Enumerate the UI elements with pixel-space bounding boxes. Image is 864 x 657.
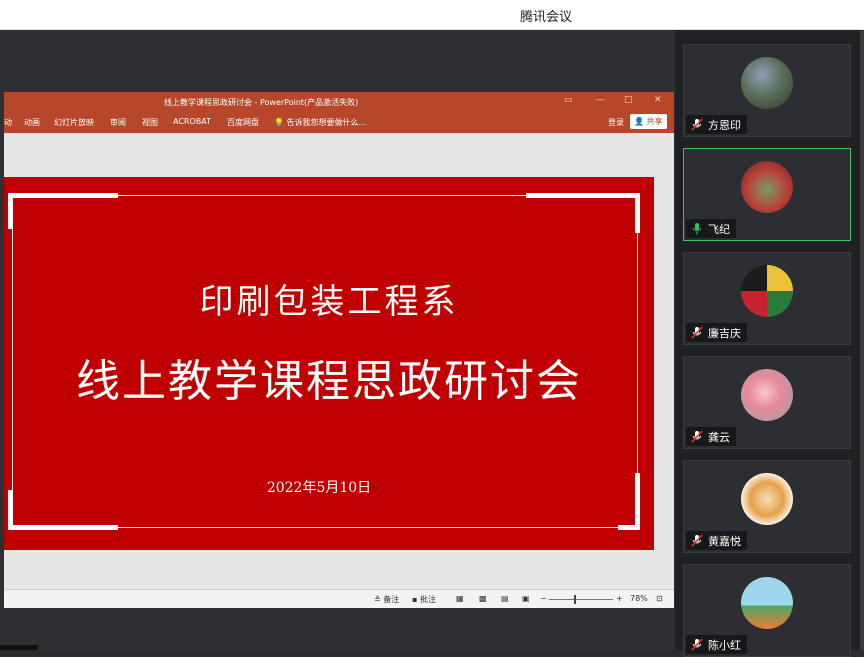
avatar [741, 369, 793, 421]
shared-screen: 线上教学课程思政研讨会 - PowerPoint(产品激活失败) ▭ — □ ✕… [0, 30, 675, 650]
participant-tile-active-speaker[interactable]: 飞纪 [683, 148, 851, 241]
participants-scrollbar[interactable] [860, 30, 864, 650]
corner-br-v [635, 473, 640, 530]
corner-bl-h [8, 525, 118, 530]
participant-name-tag: 黄嘉悦 [686, 531, 747, 550]
participant-tile[interactable]: 方恩印 [683, 44, 851, 137]
participant-name: 黄嘉悦 [708, 535, 741, 548]
tab-slideshow[interactable]: 幻灯片放映 [54, 117, 94, 128]
notes-button[interactable]: ≙ 备注 [374, 594, 399, 605]
participant-tile[interactable]: 陈小红 [683, 564, 851, 657]
zoom-out-icon[interactable]: − [540, 594, 547, 603]
share-button[interactable]: 👤 共享 [630, 114, 667, 129]
mic-muted-icon [691, 534, 703, 547]
participant-tile[interactable]: 龚云 [683, 356, 851, 449]
tab-animation[interactable]: 动画 [24, 117, 40, 128]
avatar [741, 473, 793, 525]
slide-date: 2022年5月10日 [266, 480, 372, 496]
participants-panel: 方恩印 飞纪 廉吉庆 龚云 黄嘉悦 陈小红 [675, 30, 864, 657]
slide-editor-area: 印刷包装工程系 线上教学课程思政研讨会 2022年5月10日 [4, 133, 674, 589]
mic-muted-icon [691, 430, 703, 443]
tab-baidu[interactable]: 百度网盘 [227, 117, 259, 128]
person-icon: 👤 [634, 117, 644, 126]
corner-tl-h [8, 193, 118, 198]
maximize-icon[interactable]: □ [624, 95, 633, 105]
bottom-toolbar-edge [0, 645, 38, 650]
tell-me-search[interactable]: 💡 告诉我您想要做什么... [274, 117, 366, 128]
zoom-slider-knob[interactable] [574, 595, 576, 604]
corner-tr-h [526, 193, 640, 198]
fit-window-icon[interactable]: ⊡ [656, 594, 663, 603]
lightbulb-icon: 💡 [274, 118, 284, 127]
ppt-status-bar: ≙ 备注 ▪ 批注 ▦ ▩ ▤ ▣ − + 78% ⊡ [4, 589, 674, 608]
notes-icon: ≙ [374, 595, 381, 604]
mic-muted-icon [691, 326, 703, 339]
corner-tl-v [8, 193, 13, 229]
participant-name-tag: 飞纪 [686, 219, 736, 238]
tab-acrobat[interactable]: ACROBAT [173, 117, 211, 126]
share-label: 共享 [646, 117, 663, 126]
zoom-in-icon[interactable]: + [616, 594, 623, 603]
close-icon[interactable]: ✕ [654, 95, 662, 105]
mic-muted-icon [691, 638, 703, 651]
powerpoint-window: 线上教学课程思政研讨会 - PowerPoint(产品激活失败) ▭ — □ ✕… [4, 92, 674, 608]
title-bar: 腾讯会议 [0, 0, 864, 30]
comment-icon: ▪ [412, 595, 418, 604]
reading-view-icon[interactable]: ▤ [501, 594, 509, 603]
login-link[interactable]: 登录 [608, 117, 624, 128]
zoom-slider-track[interactable] [549, 599, 613, 600]
participant-tile[interactable]: 廉吉庆 [683, 252, 851, 345]
minimize-icon[interactable]: — [596, 95, 605, 105]
comments-label: 批注 [419, 595, 436, 604]
slide-title: 线上教学课程思政研讨会 [76, 356, 582, 407]
ppt-window-title: 线上教学课程思政研讨会 - PowerPoint(产品激活失败) [164, 98, 359, 107]
tab-view[interactable]: 视图 [142, 117, 158, 128]
participant-name: 龚云 [708, 431, 730, 444]
ppt-title-bar: 线上教学课程思政研讨会 - PowerPoint(产品激活失败) ▭ — □ ✕ [4, 92, 674, 112]
participant-name: 陈小红 [708, 639, 741, 652]
normal-view-icon[interactable]: ▦ [456, 594, 464, 603]
participant-name: 方恩印 [708, 119, 741, 132]
ribbon-display-icon[interactable]: ▭ [564, 95, 573, 105]
avatar [741, 577, 793, 629]
avatar [741, 161, 793, 213]
mic-muted-icon [691, 118, 703, 131]
tab-review[interactable]: 审阅 [110, 117, 126, 128]
participant-name: 廉吉庆 [708, 327, 741, 340]
participant-name-tag: 方恩印 [686, 115, 747, 134]
slide-sorter-icon[interactable]: ▩ [479, 594, 487, 603]
ribbon-tabs: 动 动画 幻灯片放映 审阅 视图 ACROBAT 百度网盘 💡 告诉我您想要做什… [4, 112, 674, 133]
slide-department: 印刷包装工程系 [199, 282, 459, 322]
avatar [741, 57, 793, 109]
app-title: 腾讯会议 [520, 10, 573, 25]
zoom-level[interactable]: 78% [630, 594, 648, 603]
participant-name-tag: 龚云 [686, 427, 736, 446]
avatar [741, 265, 793, 317]
participant-name-tag: 陈小红 [686, 635, 747, 654]
corner-tr-v [635, 193, 640, 233]
search-hint: 告诉我您想要做什么... [286, 118, 367, 127]
tab-partial[interactable]: 动 [4, 117, 12, 128]
participant-name: 飞纪 [708, 223, 730, 236]
notes-label: 备注 [383, 595, 400, 604]
comments-button[interactable]: ▪ 批注 [412, 594, 436, 605]
slideshow-view-icon[interactable]: ▣ [522, 594, 530, 603]
participant-name-tag: 廉吉庆 [686, 323, 747, 342]
slide[interactable]: 印刷包装工程系 线上教学课程思政研讨会 2022年5月10日 [4, 177, 654, 550]
mic-active-icon [692, 223, 702, 235]
participant-tile[interactable]: 黄嘉悦 [683, 460, 851, 553]
